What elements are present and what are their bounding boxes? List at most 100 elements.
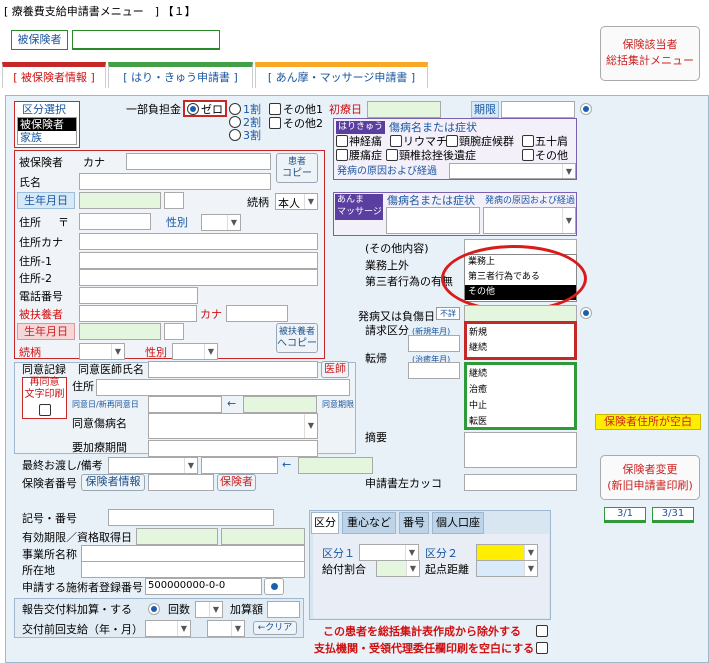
radio-1wari[interactable]	[229, 103, 241, 115]
tenki-item-chushi[interactable]: 中止	[467, 398, 574, 414]
hokoku-radio[interactable]	[148, 603, 160, 615]
anma-shobyo-input[interactable]	[386, 207, 480, 234]
kasan-input[interactable]	[267, 601, 300, 618]
tenki-list[interactable]: 継続 治癒 中止 転医	[464, 362, 577, 430]
hokensha-info-button[interactable]: 保険者情報	[81, 474, 145, 491]
fuyo-input[interactable]	[79, 305, 197, 322]
zokugara-select[interactable]: 本人 ▼	[275, 193, 318, 210]
age-input[interactable]	[164, 192, 184, 209]
shimei-input[interactable]	[79, 173, 271, 190]
shoshin-input[interactable]	[367, 101, 441, 118]
hihokensha-top-button[interactable]: 被保険者	[11, 30, 68, 50]
seikyu-item-keizoku[interactable]: 継続	[467, 341, 574, 356]
tenki-item-ten-i[interactable]: 転医	[467, 414, 574, 430]
check-rheumatism[interactable]	[390, 135, 402, 147]
subtab-kubun[interactable]: 区分	[311, 512, 339, 534]
tenki-item-chiyu[interactable]: 治癒	[467, 382, 574, 398]
doui-kaigo-input[interactable]	[148, 440, 318, 457]
seikyu-item-shinki[interactable]: 新規	[467, 326, 574, 341]
fage-input[interactable]	[164, 323, 184, 340]
tenki-item-keizoku[interactable]: 継続	[467, 366, 574, 382]
fuyo-copy-button[interactable]: 被扶養者 へコピー	[276, 323, 318, 353]
check-sonota2[interactable]	[269, 117, 281, 129]
migi-kakko-input[interactable]	[464, 474, 577, 491]
kubun-list[interactable]: 被保険者 家族	[17, 117, 77, 145]
kubun-item-hihokensha[interactable]: 被保険者	[18, 118, 76, 131]
radio-2wari[interactable]	[229, 116, 241, 128]
check-yotsu[interactable]	[336, 149, 348, 161]
check-gojukata[interactable]	[522, 135, 534, 147]
birth-input[interactable]	[79, 192, 161, 209]
anma-cause-select[interactable]: ▼	[483, 207, 576, 234]
seikyu-list[interactable]: 新規 継続	[464, 321, 577, 360]
denwa-input[interactable]	[79, 287, 198, 304]
check-keitsui[interactable]	[386, 149, 398, 161]
ishi-button[interactable]: 医師	[321, 361, 349, 378]
kigen-dot-button[interactable]	[580, 103, 592, 115]
kiten-select[interactable]: ▼	[476, 560, 538, 577]
kaisu-select[interactable]: ▼	[195, 601, 223, 618]
shozai-input[interactable]	[81, 561, 305, 578]
exclude2-checkbox[interactable]	[536, 642, 548, 654]
jigyo-input[interactable]	[81, 545, 305, 562]
hokensha-henko-button[interactable]: 保険者変更 (新旧申請書印刷)	[600, 455, 700, 500]
hatsubyo-input[interactable]	[464, 305, 577, 322]
hari-cause-select[interactable]: ▼	[449, 163, 576, 179]
hokensha-sokatsu-button[interactable]: 保険該当者 総括集計メニュー	[600, 26, 700, 81]
toroku-dot-button[interactable]	[264, 578, 284, 595]
kana-input[interactable]	[126, 153, 271, 170]
kanja-copy-button[interactable]: 患者 コピー	[276, 153, 318, 183]
seibetsu-select[interactable]: ▼	[201, 214, 241, 231]
hokensha-input[interactable]	[148, 474, 214, 491]
kyufu-select[interactable]: ▼	[376, 560, 420, 577]
doui-shobyo-select[interactable]: ▼	[148, 413, 318, 439]
kofu-month-select[interactable]: ▼	[207, 620, 245, 637]
doui-date1-input[interactable]	[148, 396, 222, 413]
seikyu-date-input[interactable]	[408, 335, 460, 352]
check-sonota1[interactable]	[269, 103, 281, 115]
kubun-item-kazoku[interactable]: 家族	[18, 131, 76, 144]
fkana-input[interactable]	[226, 305, 288, 322]
kigen-input[interactable]	[501, 101, 575, 118]
page-button-2[interactable]: 3/31	[652, 507, 694, 521]
exclude1-checkbox[interactable]	[536, 625, 548, 637]
yuko-input1[interactable]	[136, 528, 218, 545]
jusho2-input[interactable]	[79, 269, 318, 286]
fbirth-input[interactable]	[79, 323, 161, 340]
radio-zero[interactable]	[187, 103, 199, 115]
jusho1-input[interactable]	[79, 252, 318, 269]
radio-3wari[interactable]	[229, 129, 241, 141]
kubun1-select[interactable]: ▼	[359, 544, 419, 561]
tab-hari[interactable]: [ はり・きゅう申請書 ]	[108, 62, 253, 88]
saishu-date-input[interactable]	[298, 457, 373, 474]
doui-ishi-input[interactable]	[148, 361, 318, 378]
tab-hihokensha[interactable]: [ 被保険者情報 ]	[2, 62, 106, 88]
fzoku-select[interactable]: ▼	[79, 343, 125, 360]
kigo-input[interactable]	[108, 509, 274, 526]
saimoji-checkbox[interactable]	[39, 404, 51, 416]
fumei-button[interactable]: 不詳	[436, 307, 460, 320]
hatsubyo-dot-button[interactable]	[580, 307, 592, 319]
subtab-kojin-koza[interactable]: 個人口座	[432, 512, 484, 534]
check-shinkeitsu[interactable]	[336, 135, 348, 147]
jusho-kana-input[interactable]	[79, 233, 318, 250]
saishu-select[interactable]: ▼	[108, 457, 198, 474]
page-button-1[interactable]: 3/1	[604, 507, 646, 521]
fsex-select[interactable]: ▼	[172, 343, 218, 360]
yubin-input[interactable]	[79, 213, 151, 230]
kofu-year-select[interactable]: ▼	[145, 620, 191, 637]
subtab-jushin[interactable]: 重心など	[342, 512, 396, 534]
yuko-input2[interactable]	[221, 528, 305, 545]
check-keiwan[interactable]	[446, 135, 458, 147]
subtab-bango[interactable]: 番号	[399, 512, 429, 534]
toroku-input[interactable]: 500000000-0-0	[145, 578, 262, 595]
saishu-input[interactable]	[201, 457, 278, 474]
tekiyo-input[interactable]	[464, 432, 577, 468]
check-hari-sonota[interactable]	[522, 149, 534, 161]
hokensha-button[interactable]: 保険者	[217, 474, 256, 491]
tenki-date-input[interactable]	[408, 362, 460, 379]
tab-anma[interactable]: [ あん摩・マッサージ申請書 ]	[255, 62, 428, 88]
kubun2-select[interactable]: ▼	[476, 544, 538, 561]
doui-date2-input[interactable]	[243, 396, 317, 413]
hihokensha-top-input[interactable]	[72, 30, 220, 50]
